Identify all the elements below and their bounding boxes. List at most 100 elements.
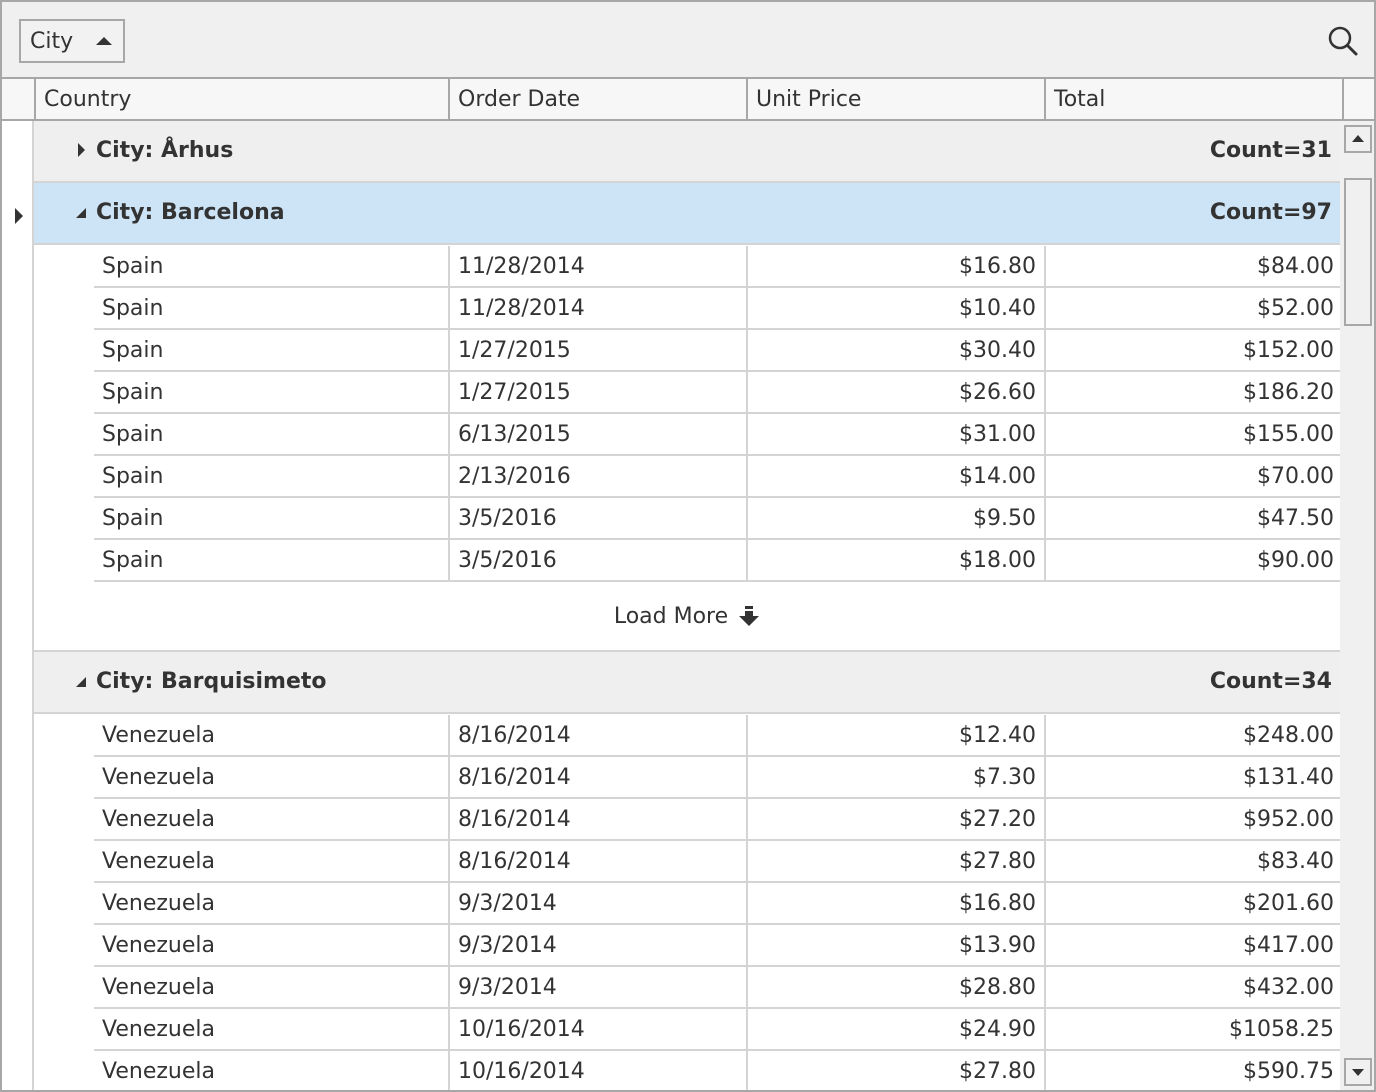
group-title: City: Barcelona [96,200,285,225]
expand-icon[interactable] [78,143,85,157]
cell-unit-price: $12.40 [746,715,1044,755]
cell-country: Venezuela [102,1059,215,1084]
collapse-icon[interactable] [76,208,86,218]
table-row[interactable]: Venezuela 10/16/2014 $27.80 $590.75 [94,1051,1340,1090]
column-header-label: Unit Price [756,86,862,112]
cell-order-date: 11/28/2014 [448,246,746,286]
table-row[interactable]: Spain 3/5/2016 $9.50 $47.50 [94,498,1340,540]
cell-total: $90.00 [1044,540,1342,580]
scroll-up-button[interactable] [1344,125,1372,153]
focused-row-indicator-icon [15,208,23,224]
cell-order-date: 8/16/2014 [448,715,746,755]
column-header-label: Order Date [458,86,581,112]
table-row[interactable]: Spain 1/27/2015 $26.60 $186.20 [94,372,1340,414]
group-row-barquisimeto[interactable]: City: Barquisimeto Count=34 [34,652,1340,714]
collapse-icon[interactable] [76,677,86,687]
cell-total: $201.60 [1044,883,1342,923]
search-button[interactable] [1326,24,1360,58]
table-row[interactable]: Venezuela 8/16/2014 $27.20 $952.00 [94,799,1340,841]
cell-unit-price: $10.40 [746,288,1044,328]
cell-total: $131.40 [1044,757,1342,797]
column-header-unit-price[interactable]: Unit Price [746,79,1044,119]
column-header-row: Country Order Date Unit Price Total [2,79,1374,121]
table-row[interactable]: Spain 11/28/2014 $10.40 $52.00 [94,288,1340,330]
group-count: Count=31 [1209,138,1332,163]
cell-order-date: 9/3/2014 [448,967,746,1007]
cell-total: $417.00 [1044,925,1342,965]
data-grid: City Country Order Date Unit Price Total… [0,0,1376,1092]
cell-order-date: 9/3/2014 [448,925,746,965]
cell-total: $52.00 [1044,288,1342,328]
cell-unit-price: $18.00 [746,540,1044,580]
cell-unit-price: $7.30 [746,757,1044,797]
cell-country: Spain [102,254,164,279]
table-row[interactable]: Spain 3/5/2016 $18.00 $90.00 [94,540,1340,582]
cell-order-date: 3/5/2016 [448,498,746,538]
cell-unit-price: $27.20 [746,799,1044,839]
cell-country: Venezuela [102,765,215,790]
scroll-down-button[interactable] [1344,1058,1372,1086]
group-by-city-chip[interactable]: City [19,19,125,63]
group-row-barcelona[interactable]: City: Barcelona Count=97 [34,183,1340,245]
cell-unit-price: $14.00 [746,456,1044,496]
cell-unit-price: $31.00 [746,414,1044,454]
table-row[interactable]: Venezuela 10/16/2014 $24.90 $1058.25 [94,1009,1340,1051]
group-count: Count=97 [1209,200,1332,225]
column-header-order-date[interactable]: Order Date [448,79,746,119]
cell-total: $83.40 [1044,841,1342,881]
cell-unit-price: $26.60 [746,372,1044,412]
cell-total: $47.50 [1044,498,1342,538]
group-count: Count=34 [1209,669,1332,694]
vertical-scrollbar[interactable] [1340,121,1374,1090]
group-panel: City [2,2,1374,79]
table-row[interactable]: Spain 11/28/2014 $16.80 $84.00 [94,246,1340,288]
cell-order-date: 10/16/2014 [448,1051,746,1090]
cell-unit-price: $28.80 [746,967,1044,1007]
cell-unit-price: $13.90 [746,925,1044,965]
table-row[interactable]: Spain 1/27/2015 $30.40 $152.00 [94,330,1340,372]
cell-country: Spain [102,422,164,447]
table-row[interactable]: Venezuela 9/3/2014 $16.80 $201.60 [94,883,1340,925]
cell-order-date: 8/16/2014 [448,841,746,881]
cell-total: $155.00 [1044,414,1342,454]
column-header-total[interactable]: Total [1044,79,1342,119]
cell-unit-price: $9.50 [746,498,1044,538]
cell-total: $248.00 [1044,715,1342,755]
row-indicator-column [2,121,34,1090]
table-row[interactable]: Venezuela 8/16/2014 $7.30 $131.40 [94,757,1340,799]
group-title: City: Barquisimeto [96,669,327,694]
cell-country: Spain [102,506,164,531]
table-row[interactable]: Venezuela 9/3/2014 $28.80 $432.00 [94,967,1340,1009]
table-row[interactable]: Venezuela 9/3/2014 $13.90 $417.00 [94,925,1340,967]
cell-country: Venezuela [102,849,215,874]
table-row[interactable]: Spain 6/13/2015 $31.00 $155.00 [94,414,1340,456]
column-header-label: Total [1054,86,1106,112]
cell-country: Spain [102,296,164,321]
cell-total: $84.00 [1044,246,1342,286]
cell-order-date: 11/28/2014 [448,288,746,328]
table-row[interactable]: Venezuela 8/16/2014 $27.80 $83.40 [94,841,1340,883]
cell-country: Venezuela [102,933,215,958]
cell-country: Spain [102,464,164,489]
cell-order-date: 8/16/2014 [448,757,746,797]
cell-unit-price: $24.90 [746,1009,1044,1049]
group-row-arhus[interactable]: City: Århus Count=31 [34,121,1340,183]
cell-country: Spain [102,548,164,573]
cell-total: $952.00 [1044,799,1342,839]
load-more-button[interactable]: Load More [34,582,1340,652]
search-icon [1328,26,1358,56]
cell-order-date: 3/5/2016 [448,540,746,580]
cell-order-date: 1/27/2015 [448,372,746,412]
column-header-country[interactable]: Country [34,79,448,119]
table-row[interactable]: Spain 2/13/2016 $14.00 $70.00 [94,456,1340,498]
cell-total: $432.00 [1044,967,1342,1007]
cell-country: Venezuela [102,891,215,916]
cell-order-date: 9/3/2014 [448,883,746,923]
cell-total: $1058.25 [1044,1009,1342,1049]
scrollbar-thumb[interactable] [1344,178,1372,326]
arrow-down-icon [1352,1069,1364,1076]
cell-total: $152.00 [1044,330,1342,370]
cell-unit-price: $16.80 [746,246,1044,286]
table-row[interactable]: Venezuela 8/16/2014 $12.40 $248.00 [94,715,1340,757]
sort-ascending-icon [96,37,112,45]
